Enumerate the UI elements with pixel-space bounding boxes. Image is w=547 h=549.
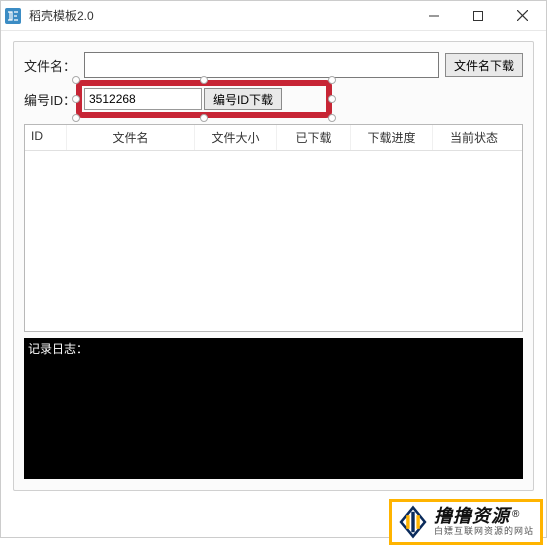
handle-icon [328, 95, 336, 103]
filename-row: 文件名： 文件名下载 [24, 52, 523, 78]
listview-header: ID 文件名 文件大小 已下载 下载进度 当前状态 [25, 125, 522, 151]
handle-icon [72, 95, 80, 103]
filename-input[interactable] [84, 52, 439, 78]
log-label: 记录日志： [24, 338, 523, 359]
log-textarea[interactable] [24, 359, 523, 479]
main-groupbox: 文件名： 文件名下载 编号ID： 编号ID下载 [13, 41, 534, 491]
handle-icon [328, 76, 336, 84]
id-input[interactable] [84, 88, 202, 110]
column-id[interactable]: ID [25, 125, 67, 150]
minimize-button[interactable] [412, 2, 456, 30]
handle-icon [328, 114, 336, 122]
column-filename[interactable]: 文件名 [67, 125, 195, 150]
id-row: 编号ID： 编号ID下载 [24, 88, 523, 110]
handle-icon [72, 76, 80, 84]
window-title: 稻壳模板2.0 [29, 7, 412, 24]
close-button[interactable] [500, 2, 544, 30]
column-downloaded[interactable]: 已下载 [277, 125, 351, 150]
titlebar[interactable]: 稻壳模板2.0 [1, 1, 546, 31]
download-listview[interactable]: ID 文件名 文件大小 已下载 下载进度 当前状态 [24, 124, 523, 332]
column-status[interactable]: 当前状态 [433, 125, 515, 150]
listview-body[interactable] [25, 151, 522, 332]
column-progress[interactable]: 下载进度 [351, 125, 433, 150]
id-highlight: 编号ID下载 [84, 88, 324, 110]
watermark-main: 撸撸资源 [434, 506, 510, 526]
filename-label: 文件名： [24, 56, 84, 75]
handle-icon [200, 76, 208, 84]
column-filesize[interactable]: 文件大小 [195, 125, 277, 150]
window-controls [412, 2, 544, 30]
id-download-button[interactable]: 编号ID下载 [204, 88, 282, 110]
watermark-text: 撸撸资源® 白嫖互联网资源的网站 [434, 507, 534, 537]
handle-icon [200, 114, 208, 122]
watermark: 撸撸资源® 白嫖互联网资源的网站 [389, 499, 543, 545]
maximize-button[interactable] [456, 2, 500, 30]
handle-icon [72, 114, 80, 122]
filename-download-button[interactable]: 文件名下载 [445, 53, 523, 77]
watermark-logo-icon [396, 505, 430, 539]
content-area: 文件名： 文件名下载 编号ID： 编号ID下载 [1, 31, 546, 499]
app-icon [3, 6, 23, 26]
watermark-sub: 白嫖互联网资源的网站 [434, 527, 534, 537]
watermark-reg: ® [512, 509, 519, 520]
main-window: 稻壳模板2.0 文件名： 文件名下载 编号ID： [0, 0, 547, 538]
